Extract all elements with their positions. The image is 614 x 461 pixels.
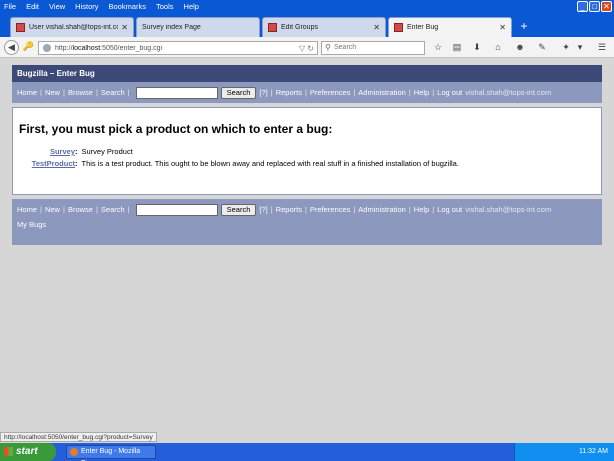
link-browse[interactable]: Browse — [68, 205, 93, 214]
bugzilla-favicon-icon — [268, 23, 277, 32]
list-item: Survey: Survey Product — [19, 147, 601, 156]
link-help-q[interactable]: [?] — [259, 88, 267, 97]
product-description: Survey Product — [81, 147, 133, 156]
my-bugs-link[interactable]: My Bugs — [12, 220, 602, 229]
firefox-icon — [70, 448, 78, 456]
identity-icon[interactable]: 🔑 — [21, 40, 36, 55]
link-browse[interactable]: Browse — [68, 88, 93, 97]
menu-edit[interactable]: Edit — [26, 2, 39, 11]
url-text: http://localhost:5050/enter_bug.cgi — [55, 44, 163, 52]
maximize-button[interactable]: □ — [589, 1, 600, 12]
link-help[interactable]: Help — [414, 88, 429, 97]
list-item: TestProduct: This is a test product. Thi… — [19, 159, 601, 168]
quicksearch-input[interactable] — [135, 203, 218, 216]
footer: Home | New | Browse | Search | Search [?] | R… — [12, 199, 602, 245]
tab-enter-bug[interactable]: Enter Bug ✕ — [388, 17, 512, 37]
product-link-survey[interactable]: Survey — [19, 147, 75, 156]
start-button[interactable]: start — [0, 443, 56, 461]
dropdown-icon[interactable]: ▾ — [574, 41, 586, 53]
link-new[interactable]: New — [45, 88, 60, 97]
tab-edit-groups[interactable]: Edit Groups ✕ — [262, 17, 386, 37]
tab-title: User vishal.shah@tops-int.co... — [29, 24, 119, 31]
tab-title: Edit Groups — [281, 24, 318, 31]
link-preferences[interactable]: Preferences — [310, 88, 350, 97]
reload-icon[interactable]: ▽ ↻ — [299, 44, 314, 53]
start-label: start — [16, 446, 38, 457]
link-logout[interactable]: Log out — [437, 205, 462, 214]
taskbar-item-firefox[interactable]: Enter Bug - Mozilla Fir... — [66, 445, 156, 461]
search-placeholder: Search — [334, 44, 357, 51]
menu-history[interactable]: History — [75, 2, 98, 11]
menu-view[interactable]: View — [49, 2, 65, 11]
home-icon[interactable]: ⌂ — [492, 41, 504, 53]
link-home[interactable]: Home — [17, 205, 37, 214]
menu-tools[interactable]: Tools — [156, 2, 174, 11]
link-preferences[interactable]: Preferences — [310, 205, 350, 214]
new-tab-button[interactable]: + — [517, 18, 531, 34]
bugzilla-favicon-icon — [16, 23, 25, 32]
link-new[interactable]: New — [45, 205, 60, 214]
link-logout[interactable]: Log out — [437, 88, 462, 97]
system-tray: 11:32 AM — [514, 443, 614, 461]
tab-user[interactable]: User vishal.shah@tops-int.co... ✕ — [10, 17, 134, 37]
link-reports[interactable]: Reports — [276, 205, 302, 214]
product-list: Survey: Survey Product TestProduct: This… — [19, 147, 601, 168]
link-home[interactable]: Home — [17, 88, 37, 97]
menu-bookmarks[interactable]: Bookmarks — [109, 2, 147, 11]
search-button[interactable]: Search — [220, 203, 257, 216]
windows-logo-icon — [4, 447, 13, 456]
quicksearch-input[interactable] — [135, 86, 218, 99]
search-input[interactable]: ⚲ Search — [321, 41, 425, 55]
link-reports[interactable]: Reports — [276, 88, 302, 97]
status-bar: http://localhost:5050/enter_bug.cgi?prod… — [0, 432, 157, 442]
navigation-bar: ◀ 🔑 http://localhost:5050/enter_bug.cgi … — [0, 37, 614, 58]
tab-bar: User vishal.shah@tops-int.co... ✕ Survey… — [0, 13, 614, 37]
top-link-bar: Home | New | Browse | Search | Search [?] | R… — [12, 82, 602, 103]
url-bar[interactable]: http://localhost:5050/enter_bug.cgi ▽ ↻ — [38, 41, 318, 55]
link-administration[interactable]: Administration — [358, 205, 406, 214]
product-description: This is a test product. This ought to be… — [81, 159, 459, 168]
link-help-q[interactable]: [?] — [259, 205, 267, 214]
link-search[interactable]: Search — [101, 88, 125, 97]
menu-file[interactable]: File — [4, 2, 16, 11]
page-viewport: Bugzilla – Enter Bug Home | New | Browse | … — [0, 59, 614, 432]
edit-icon[interactable]: ✎ — [536, 41, 548, 53]
product-picker: First, you must pick a product on which … — [12, 107, 602, 195]
page-heading: First, you must pick a product on which … — [19, 122, 333, 136]
taskbar: start Enter Bug - Mozilla Fir... 11:32 A… — [0, 443, 614, 461]
close-window-button[interactable]: ✕ — [601, 1, 612, 12]
tab-close-icon[interactable]: ✕ — [121, 23, 128, 32]
product-link-testproduct[interactable]: TestProduct — [19, 159, 75, 168]
user-email: vishal.shah@tops-int.com — [465, 88, 552, 97]
minimize-button[interactable]: _ — [577, 1, 588, 12]
tab-close-icon[interactable]: ✕ — [373, 23, 380, 32]
addon-icon[interactable]: ✦ — [560, 41, 572, 53]
clock: 11:32 AM — [578, 448, 608, 455]
bottom-link-bar: Home | New | Browse | Search | Search [?] | R… — [17, 203, 552, 216]
tab-title: Survey index Page — [142, 24, 201, 31]
bookmark-star-icon[interactable]: ☆ — [432, 41, 444, 53]
globe-icon — [43, 44, 51, 52]
page-title: Bugzilla – Enter Bug — [12, 65, 602, 82]
tab-close-icon[interactable]: ✕ — [499, 23, 506, 32]
link-search[interactable]: Search — [101, 205, 125, 214]
search-button[interactable]: Search — [220, 86, 257, 99]
tab-survey-index[interactable]: Survey index Page — [136, 17, 260, 37]
clipboard-icon[interactable]: ▤ — [451, 41, 463, 53]
download-icon[interactable]: ⬇ — [471, 41, 483, 53]
back-button[interactable]: ◀ — [4, 40, 19, 55]
search-icon: ⚲ — [325, 43, 331, 52]
menu-help[interactable]: Help — [184, 2, 199, 11]
chat-icon[interactable]: ☻ — [514, 41, 526, 53]
menu-icon[interactable]: ☰ — [596, 41, 608, 53]
bugzilla-favicon-icon — [394, 23, 403, 32]
link-help[interactable]: Help — [414, 205, 429, 214]
menu-bar: File Edit View History Bookmarks Tools H… — [0, 0, 614, 13]
user-email: vishal.shah@tops-int.com — [465, 205, 552, 214]
taskbar-item-label: Enter Bug - Mozilla Fir... — [81, 448, 141, 461]
tab-title: Enter Bug — [407, 24, 439, 31]
link-administration[interactable]: Administration — [358, 88, 406, 97]
